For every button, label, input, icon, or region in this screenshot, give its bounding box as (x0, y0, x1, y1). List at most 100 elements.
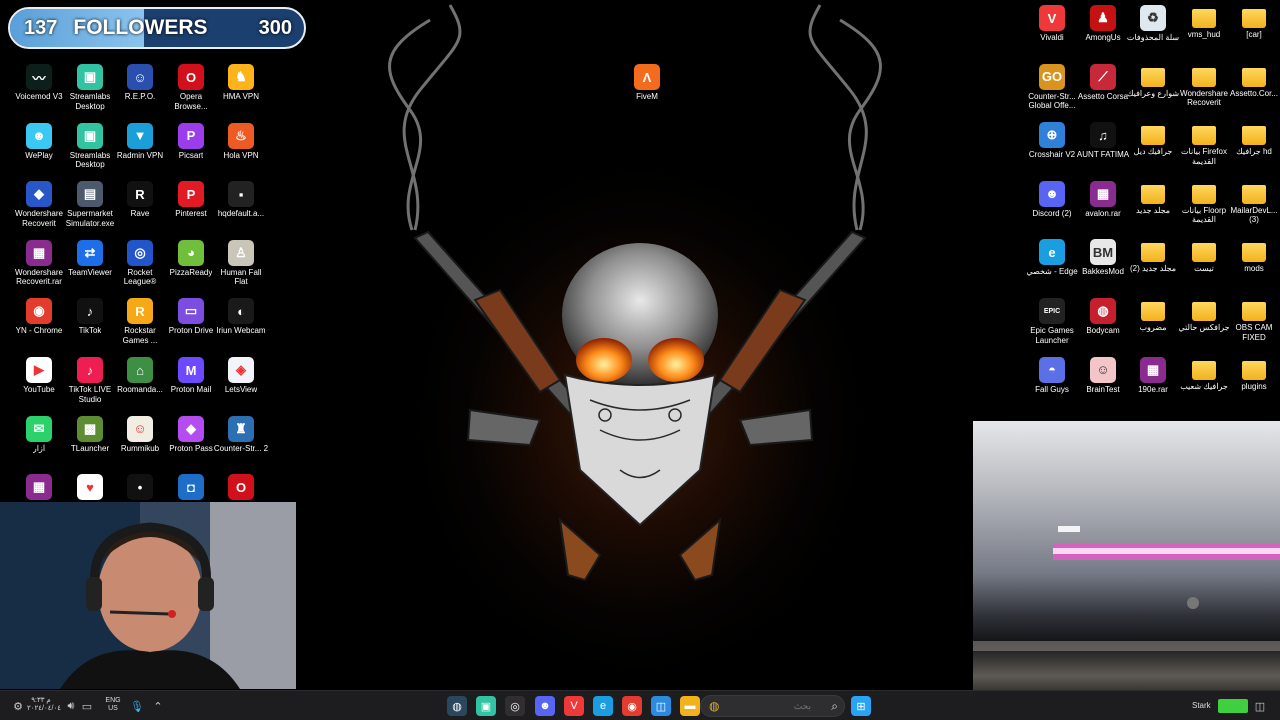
desktop-icon[interactable]: ♟ AmongUs (1075, 5, 1131, 43)
desktop-icon[interactable]: ◎ Rocket League® (112, 239, 168, 287)
desktop-folder[interactable]: Wondershare Recoverit (1176, 64, 1232, 108)
rave-icon: R (127, 181, 153, 208)
desktop-icon[interactable]: ⟋ Assetto Corsa (1075, 63, 1131, 102)
desktop-icon[interactable]: e شخصي - Edge (1024, 239, 1080, 277)
desktop-icon[interactable]: ▩ TLauncher (62, 415, 118, 454)
obs-icon[interactable]: ◎ (505, 696, 525, 716)
desktop-icon[interactable]: ☻ Discord (2) (1024, 180, 1080, 219)
desktop-icon[interactable]: ▶ YouTube (11, 357, 67, 395)
desktop-icon[interactable]: ◍ Bodycam (1075, 298, 1131, 336)
desktop-icon[interactable]: ♥ (62, 474, 118, 502)
desktop-folder[interactable]: بيانات Firefox القديمة (1176, 122, 1232, 166)
desktop-icon[interactable]: ◈ LetsView (213, 357, 269, 395)
desktop-icon[interactable]: ☺ BrainTest (1075, 356, 1131, 395)
desktop-icon[interactable]: ☺ R.E.P.O. (112, 64, 168, 102)
desktop-folder[interactable]: بيانات Floorp القديمة (1176, 181, 1232, 225)
desktop-icon[interactable]: ♙ Human Fall Flat (213, 239, 269, 287)
desktop-icon[interactable]: ◆ Proton Pass (163, 415, 219, 454)
desktop-icon[interactable]: ♨ Hola VPN (213, 122, 269, 161)
desktop-icon[interactable]: EPIC Epic Games Launcher (1024, 298, 1080, 345)
desktop-folder[interactable]: MailarDevL... (3) (1226, 181, 1280, 225)
desktop-icon[interactable]: ♪ TikTok (62, 298, 118, 336)
desktop-folder[interactable]: مجلد جديد (2) (1125, 239, 1181, 274)
desktop-icon[interactable]: ♫ AUNT FATIMA (1075, 122, 1131, 160)
desktop-icon[interactable]: P Pinterest (163, 181, 219, 219)
desktop-icon-fivem[interactable]: Λ FiveM (619, 64, 675, 102)
desktop-folder[interactable]: جرافيك شعيب (1176, 357, 1232, 392)
bandana (563, 373, 717, 527)
desktop-icon[interactable]: BM BakkesMod (1075, 239, 1131, 277)
desktop-icon[interactable]: 〰 Voicemod V3 (11, 64, 67, 102)
start-icon[interactable]: ⊞ (851, 696, 871, 716)
desktop-icon[interactable]: ⊕ Crosshair V2 (1024, 122, 1080, 160)
desktop-icon[interactable]: R Rockstar Games ... (112, 298, 168, 345)
desktop-icon[interactable]: ♜ Counter-Str... 2 (213, 415, 269, 454)
desktop-icon[interactable]: ▣ Streamlabs Desktop (62, 122, 118, 170)
desktop-folder[interactable]: Assetto.Cor... (1226, 64, 1280, 99)
taskbar-search[interactable]: ◍ ⌕ (700, 695, 845, 717)
desktop-folder[interactable]: plugins (1226, 357, 1280, 392)
search-input[interactable] (731, 701, 811, 711)
network-icon[interactable]: ▭ (80, 696, 94, 716)
desktop-folder[interactable]: جرافكس حالتي (1176, 298, 1232, 333)
desktop-icon[interactable]: O Opera Browse... (163, 64, 219, 111)
desktop-icon[interactable]: M Proton Mail (163, 357, 219, 395)
desktop-icon[interactable]: ☺ Rummikub (112, 415, 168, 454)
desktop-folder[interactable]: mods (1226, 239, 1280, 274)
desktop-folder[interactable]: جرافيك ديل (1125, 122, 1181, 157)
desktop-folder[interactable]: مضروب (1125, 298, 1181, 333)
desktop-icon[interactable]: ✉ آزار (11, 415, 67, 454)
desktop-icon[interactable]: ⌂ Roomanda... (112, 357, 168, 395)
desktop-icon[interactable]: GO Counter-Str... Global Offe... (1024, 63, 1080, 111)
desktop-icon[interactable]: ♞ HMA VPN (213, 64, 269, 102)
desktop-icon[interactable]: • (112, 474, 168, 502)
desktop-icon[interactable]: ⇄ TeamViewer (62, 239, 118, 278)
desktop-icon[interactable]: ◉ YN - Chrome (11, 298, 67, 336)
desktop-icon[interactable]: O (213, 474, 269, 502)
desktop-folder[interactable]: [car] (1226, 5, 1280, 40)
file-explorer-icon[interactable]: ▬ (680, 696, 700, 716)
desktop-icon[interactable]: V Vivaldi (1024, 5, 1080, 43)
desktop-folder[interactable]: vms_hud (1176, 5, 1232, 40)
store-icon[interactable]: ◫ (651, 696, 671, 716)
desktop-icon[interactable]: ◓ Fall Guys (1024, 356, 1080, 395)
desktop-folder[interactable]: جرافيك hd (1226, 122, 1280, 157)
desktop-icon[interactable]: ☻ WePlay (11, 122, 67, 161)
streamlabs-icon[interactable]: ▣ (476, 696, 496, 716)
chevron-up-icon[interactable]: ⌃ (150, 696, 166, 716)
desktop-icon[interactable]: R Rave (112, 181, 168, 219)
desktop-icon[interactable]: ▦ avalon.rar (1075, 180, 1131, 219)
desktop-icon[interactable]: ▦ Wondershare Recoverit.rar (11, 239, 67, 287)
settings-tray-icon[interactable]: ⚙ (10, 696, 26, 716)
desktop-icon[interactable]: ◐ Iriun Webcam (213, 298, 269, 336)
desktop-folder[interactable]: تيست (1176, 239, 1232, 274)
desktop-icon[interactable]: ▦ (11, 474, 67, 502)
desktop-icon[interactable]: ▣ Streamlabs Desktop (62, 64, 118, 111)
desktop-icon[interactable]: ▼ Radmin VPN (112, 122, 168, 161)
desktop-icon[interactable]: ◆ Wondershare Recoverit (11, 181, 67, 228)
desktop-icon-label: سلة المحذوفات (1126, 33, 1180, 42)
desktop-folder[interactable]: مجلد جديد (1125, 181, 1181, 216)
desktop-folder[interactable]: شوارع وعرافيك (1125, 64, 1181, 99)
desktop-folder[interactable]: OBS CAM FIXED (1226, 298, 1280, 342)
steam-icon[interactable]: ◍ (447, 696, 467, 716)
desktop-icon[interactable]: ◕ PizzaReady (163, 239, 219, 278)
edge-icon[interactable]: e (593, 696, 613, 716)
desktop-icon[interactable]: ▦ 190e.rar (1125, 356, 1181, 395)
discord-icon[interactable]: ☻ (535, 696, 555, 716)
language-indicator[interactable]: ENG US (102, 697, 124, 713)
desktop-icon[interactable]: ♪ TikTok LIVE Studio (62, 357, 118, 404)
desktop-icon[interactable]: ▭ Proton Drive (163, 298, 219, 336)
volume-icon[interactable]: 🔊︎ (64, 696, 78, 716)
desktop-icon[interactable]: ◘ (163, 474, 219, 502)
desktop-icon-label: AmongUs (1085, 33, 1121, 42)
vivaldi-icon[interactable]: V (564, 696, 584, 716)
desktop-icon[interactable]: ♻ سلة المحذوفات (1125, 5, 1181, 43)
microphone-icon[interactable]: 🎙︎ (130, 696, 144, 716)
chrome-icon[interactable]: ◉ (622, 696, 642, 716)
desktop-icon[interactable]: ▪ hqdefault.a... (213, 181, 269, 219)
clock[interactable]: م ٩:٣٣ ٢٠٢٤/٠٤/٠٤ (27, 697, 61, 713)
notification-icon[interactable]: ◫ (1252, 696, 1268, 716)
desktop-icon[interactable]: P Picsart (163, 122, 219, 161)
desktop-icon[interactable]: ▤ Supermarket Simulator.exe (62, 181, 118, 228)
